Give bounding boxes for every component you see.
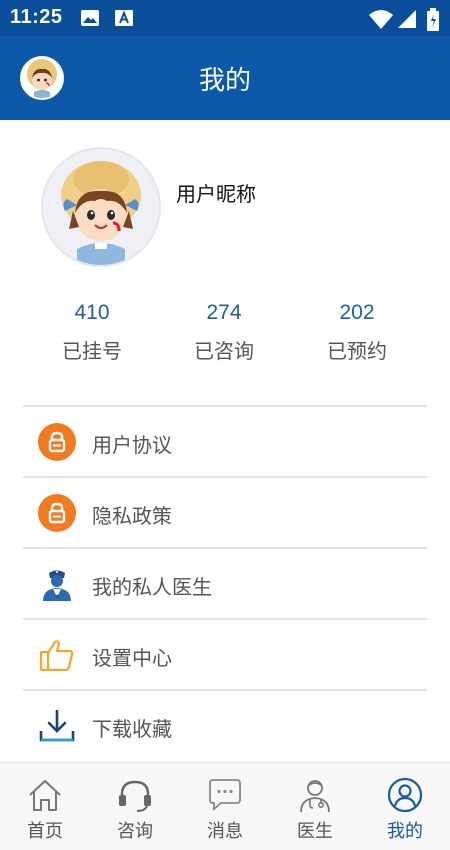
menu-item-private-doctor[interactable]: 我的私人医生 bbox=[23, 547, 427, 618]
message-icon bbox=[209, 779, 241, 811]
wifi-icon bbox=[369, 10, 393, 29]
user-icon bbox=[387, 777, 423, 813]
stat-consulted[interactable]: 274 已咨询 bbox=[164, 301, 284, 364]
signal-icon bbox=[398, 10, 416, 28]
tab-label: 咨询 bbox=[117, 821, 153, 842]
menu-item-downloads[interactable]: 下载收藏 bbox=[23, 689, 427, 760]
menu-item-label: 设置中心 bbox=[92, 646, 172, 670]
tab-label: 首页 bbox=[27, 821, 63, 842]
menu-item-label: 用户协议 bbox=[92, 433, 172, 457]
page-title: 我的 bbox=[198, 66, 251, 96]
stat-label: 已咨询 bbox=[194, 339, 254, 363]
menu-list: 用户协议 隐私政策 我的私人医生 设置中心 下载收藏 bbox=[23, 405, 427, 760]
thumbs-up-icon bbox=[39, 640, 74, 672]
stat-booked[interactable]: 202 已预约 bbox=[297, 301, 417, 364]
home-icon bbox=[29, 780, 61, 811]
image-icon bbox=[81, 10, 99, 26]
stat-value: 202 bbox=[339, 301, 375, 324]
lock-icon bbox=[38, 423, 76, 461]
tab-consult[interactable]: 咨询 bbox=[90, 763, 180, 850]
menu-item-label: 我的私人医生 bbox=[92, 575, 212, 599]
lock-icon bbox=[38, 494, 76, 532]
tab-label: 医生 bbox=[297, 821, 333, 842]
battery-icon bbox=[427, 8, 439, 31]
stat-label: 已预约 bbox=[327, 339, 387, 363]
user-nickname[interactable]: 用户昵称 bbox=[176, 178, 256, 207]
menu-item-label: 下载收藏 bbox=[92, 717, 172, 741]
app-header: 我的 bbox=[0, 36, 450, 120]
avatar[interactable] bbox=[41, 147, 161, 267]
tab-doctors[interactable]: 医生 bbox=[270, 763, 360, 850]
menu-item-settings[interactable]: 设置中心 bbox=[23, 618, 427, 689]
menu-item-user-agreement[interactable]: 用户协议 bbox=[23, 405, 427, 476]
tab-home[interactable]: 首页 bbox=[0, 763, 90, 850]
headset-icon bbox=[119, 780, 151, 812]
status-bar: 11:25 bbox=[0, 0, 450, 36]
status-time: 11:25 bbox=[10, 6, 63, 28]
menu-item-label: 隐私政策 bbox=[92, 504, 172, 528]
profile-section: 用户昵称 410 已挂号 274 已咨询 202 已预约 bbox=[0, 120, 450, 400]
tab-messages[interactable]: 消息 bbox=[180, 763, 270, 850]
tab-mine[interactable]: 我的 bbox=[360, 763, 450, 850]
stat-label: 已挂号 bbox=[62, 339, 122, 363]
stat-registered[interactable]: 410 已挂号 bbox=[32, 301, 152, 364]
text-icon bbox=[115, 10, 133, 26]
menu-item-privacy-policy[interactable]: 隐私政策 bbox=[23, 476, 427, 547]
stat-value: 274 bbox=[206, 301, 242, 324]
stat-value: 410 bbox=[74, 301, 110, 324]
bottom-tab-bar: 首页 咨询 消息 医生 我的 bbox=[0, 762, 450, 850]
doctor-icon bbox=[43, 570, 71, 601]
doctor-icon bbox=[300, 780, 330, 813]
tab-label: 我的 bbox=[387, 821, 423, 842]
download-icon bbox=[39, 709, 75, 742]
avatar-image bbox=[61, 161, 141, 265]
tab-label: 消息 bbox=[207, 821, 243, 842]
